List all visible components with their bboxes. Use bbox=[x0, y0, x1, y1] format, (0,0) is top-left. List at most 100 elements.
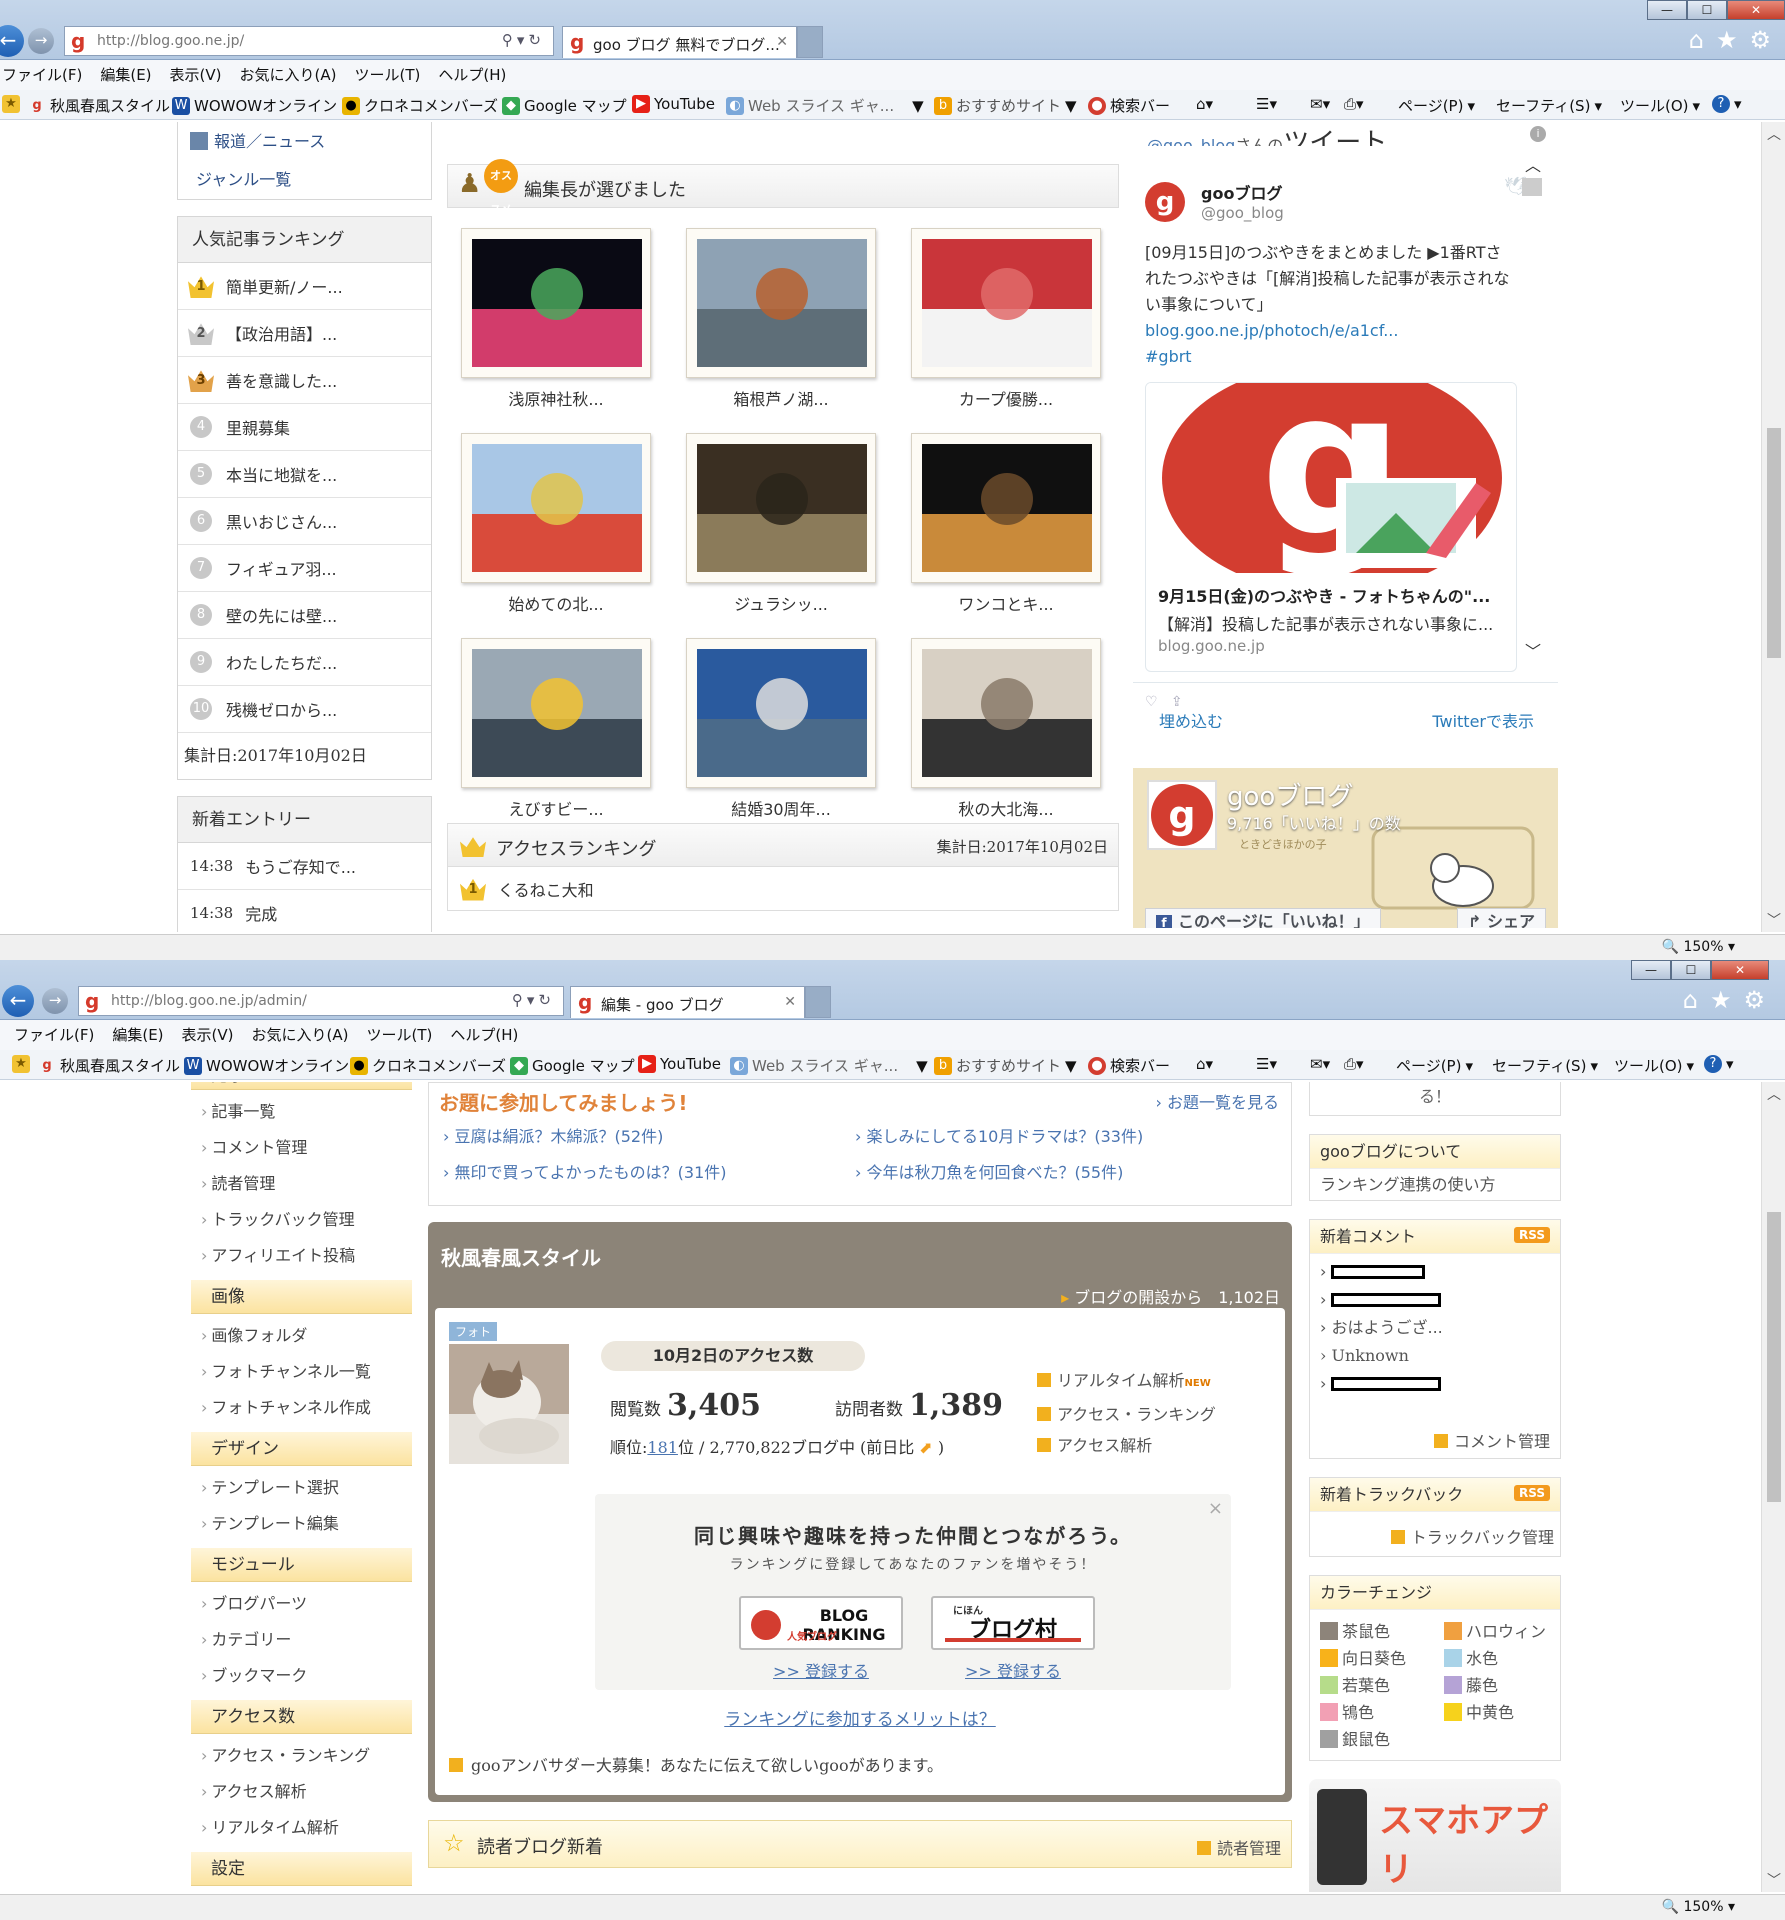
forward-button[interactable]: → bbox=[28, 28, 54, 54]
address-bar[interactable]: g http://blog.goo.ne.jp/ ⚲▾↻ bbox=[64, 26, 554, 56]
topic-link[interactable]: › 無印で買ってよかったものは？(31件) bbox=[443, 1159, 727, 1183]
menu-edit[interactable]: 編集(E) bbox=[112, 1020, 163, 1050]
facebook-like-button[interactable]: f このページに「いいね！」 bbox=[1145, 908, 1381, 928]
sidebar-item[interactable]: アフィリエイト投稿 bbox=[191, 1238, 412, 1274]
sidebar-item[interactable]: アクセス・ランキング bbox=[191, 1738, 412, 1774]
rss-feed-icon[interactable]: ☰▾ bbox=[1256, 1055, 1277, 1073]
comment-manage-link[interactable]: コメント管理 bbox=[1433, 1428, 1550, 1452]
blog-name[interactable]: 秋風春風スタイル bbox=[441, 1242, 601, 1271]
tab-goo-blog[interactable]: g goo ブログ 無料でブログ... ✕ bbox=[562, 26, 797, 58]
tab-admin[interactable]: g 編集 - goo ブログ ✕ bbox=[570, 986, 805, 1018]
comment-item[interactable]: › bbox=[1310, 1370, 1560, 1398]
fav-item[interactable]: ● 検索バー bbox=[1088, 95, 1170, 116]
trackback-manage-link[interactable]: トラックバック管理 bbox=[1390, 1524, 1554, 1548]
tweet-scroller[interactable]: ︿ ﹀ bbox=[1522, 152, 1544, 662]
fav-item[interactable]: ● 検索バー bbox=[1088, 1055, 1170, 1076]
info-icon[interactable]: i bbox=[1530, 126, 1546, 142]
sidebar-item[interactable]: カテゴリー bbox=[191, 1622, 412, 1658]
sidebar-section[interactable]: デザイン bbox=[191, 1432, 412, 1466]
fav-item[interactable]: ● クロネコメンバーズ bbox=[350, 1055, 506, 1076]
scroll-thumb[interactable] bbox=[1767, 1212, 1781, 1502]
sidebar-section[interactable]: モジュール bbox=[191, 1548, 412, 1582]
chevron-down-icon[interactable]: ﹀ bbox=[1762, 1870, 1785, 1890]
tweet-account-name[interactable]: gooブログ bbox=[1201, 180, 1282, 204]
chevron-up-icon[interactable]: ︿ bbox=[1762, 1084, 1785, 1104]
menu-view[interactable]: 表示(V) bbox=[182, 1020, 234, 1050]
pick-caption[interactable]: ジュラシッ... bbox=[686, 591, 876, 615]
pick-caption[interactable]: 浅原神社秋... bbox=[461, 386, 651, 410]
pick-caption[interactable]: 結婚30周年... bbox=[686, 796, 876, 820]
pick-thumbnail[interactable] bbox=[686, 228, 876, 378]
pick-caption[interactable]: 秋の大北海... bbox=[911, 796, 1101, 820]
sidebar-item[interactable]: 記事一覧 bbox=[191, 1094, 412, 1130]
favorites-star-icon[interactable]: ★ bbox=[1710, 986, 1732, 1014]
sidebar-item[interactable]: アクセス解析 bbox=[191, 1774, 412, 1810]
sidebar-item[interactable]: テンプレート選択 bbox=[191, 1470, 412, 1506]
home-icon[interactable]: ⌂▾ bbox=[1196, 95, 1213, 113]
fav-item[interactable]: W WOWOWオンライン bbox=[184, 1055, 349, 1076]
topic-link[interactable]: › 楽しみにしてる10月ドラマは？(33件) bbox=[855, 1123, 1143, 1147]
tweet-hashtag[interactable]: #gbrt bbox=[1145, 347, 1192, 366]
facebook-share-button[interactable]: ↱ シェア bbox=[1457, 908, 1546, 928]
scroll-thumb[interactable] bbox=[1767, 428, 1781, 658]
pick-thumbnail[interactable] bbox=[911, 638, 1101, 788]
sidebar-item[interactable]: 読者管理 bbox=[191, 1166, 412, 1202]
color-option[interactable]: 向日葵色 bbox=[1320, 1645, 1406, 1669]
entry-row[interactable]: 14:38 完成 bbox=[178, 890, 431, 932]
ranking-row[interactable]: 5 本当に地獄を... bbox=[178, 451, 431, 498]
close-icon[interactable]: × bbox=[1208, 1498, 1223, 1519]
chevron-down-icon[interactable]: ﹀ bbox=[1522, 638, 1544, 662]
chevron-up-icon[interactable]: ︿ bbox=[1762, 124, 1785, 144]
fav-item[interactable]: g 秋風春風スタイル bbox=[38, 1055, 180, 1076]
menu-file[interactable]: ファイル(F) bbox=[2, 60, 82, 90]
rss-icon[interactable]: RSS bbox=[1514, 1485, 1550, 1501]
menu-page[interactable]: ページ(P) ▾ bbox=[1398, 95, 1475, 116]
menu-safety[interactable]: セーフティ(S) ▾ bbox=[1496, 95, 1602, 116]
maximize-button[interactable]: ☐ bbox=[1671, 960, 1711, 980]
fav-item[interactable]: b おすすめサイト ▼ bbox=[934, 95, 1077, 116]
color-option[interactable]: 水色 bbox=[1444, 1645, 1498, 1669]
comment-item[interactable]: › bbox=[1310, 1286, 1560, 1314]
menu-page[interactable]: ページ(P) ▾ bbox=[1396, 1055, 1473, 1076]
sidebar-item[interactable]: リアルタイム解析 bbox=[191, 1810, 412, 1846]
menu-help[interactable]: ヘルプ(H) bbox=[450, 1020, 518, 1050]
blog-mura-button[interactable]: にほん ブログ村 bbox=[931, 1596, 1095, 1650]
chevron-down-icon[interactable]: ▼ bbox=[1065, 97, 1077, 115]
sidebar-item[interactable]: フォトチャンネル一覧 bbox=[191, 1354, 412, 1390]
favorites-star-icon[interactable]: ★ bbox=[1716, 26, 1738, 54]
gear-icon[interactable]: ⚙ bbox=[1749, 26, 1771, 54]
forward-button[interactable]: → bbox=[42, 988, 68, 1014]
scroll-thumb[interactable] bbox=[1522, 178, 1542, 196]
mail-icon[interactable]: ✉▾ bbox=[1310, 1055, 1330, 1073]
menu-favorites[interactable]: お気に入り(A) bbox=[240, 60, 337, 90]
minimize-button[interactable]: — bbox=[1631, 960, 1671, 980]
ranking-row[interactable]: 10 残機ゼロから... bbox=[178, 686, 431, 733]
tweet-account-handle[interactable]: @goo_blog bbox=[1201, 204, 1284, 222]
page-scrollbar[interactable]: ︿ ﹀ bbox=[1761, 1082, 1785, 1892]
color-option[interactable]: 中黄色 bbox=[1444, 1699, 1514, 1723]
color-option[interactable]: ハロウィン bbox=[1444, 1618, 1546, 1642]
ranking-row[interactable]: 6 黒いおじさん... bbox=[178, 498, 431, 545]
gear-icon[interactable]: ⚙ bbox=[1743, 986, 1765, 1014]
chevron-down-icon[interactable]: ▼ bbox=[916, 1057, 928, 1075]
fav-item[interactable]: ◆ Google マップ bbox=[502, 95, 627, 116]
fav-item[interactable]: ▶ YouTube bbox=[632, 95, 715, 113]
pick-thumbnail[interactable] bbox=[686, 433, 876, 583]
pick-caption[interactable]: 始めての北... bbox=[461, 591, 651, 615]
home-icon[interactable]: ⌂ bbox=[1689, 26, 1704, 54]
color-option[interactable]: 茶鼠色 bbox=[1320, 1618, 1390, 1642]
genre-list-link[interactable]: ジャンル一覧 bbox=[178, 152, 431, 190]
entry-row[interactable]: 14:38 もうご存知で... bbox=[178, 843, 431, 890]
sidebar-item[interactable]: コメント管理 bbox=[191, 1130, 412, 1166]
menu-file[interactable]: ファイル(F) bbox=[14, 1020, 94, 1050]
menu-tools[interactable]: ツール(T) bbox=[354, 60, 420, 90]
facebook-page-name[interactable]: gooブログ bbox=[1227, 776, 1353, 813]
sidebar-section[interactable]: 画像 bbox=[191, 1280, 412, 1314]
topics-more-link[interactable]: › お題一覧を見る bbox=[1156, 1089, 1280, 1113]
zoom-level[interactable]: 🔍 150% ▾ bbox=[1662, 939, 1735, 955]
menu-help[interactable]: ヘルプ(H) bbox=[438, 60, 506, 90]
ambassador-notice[interactable]: gooアンバサダー大募集！あなたに伝えて欲しいgooがあります。 bbox=[449, 1752, 943, 1776]
rank-link[interactable]: 181 bbox=[647, 1438, 678, 1457]
menu-tools-cmd[interactable]: ツール(O) ▾ bbox=[1620, 95, 1700, 116]
home-icon[interactable]: ⌂▾ bbox=[1196, 1055, 1213, 1073]
